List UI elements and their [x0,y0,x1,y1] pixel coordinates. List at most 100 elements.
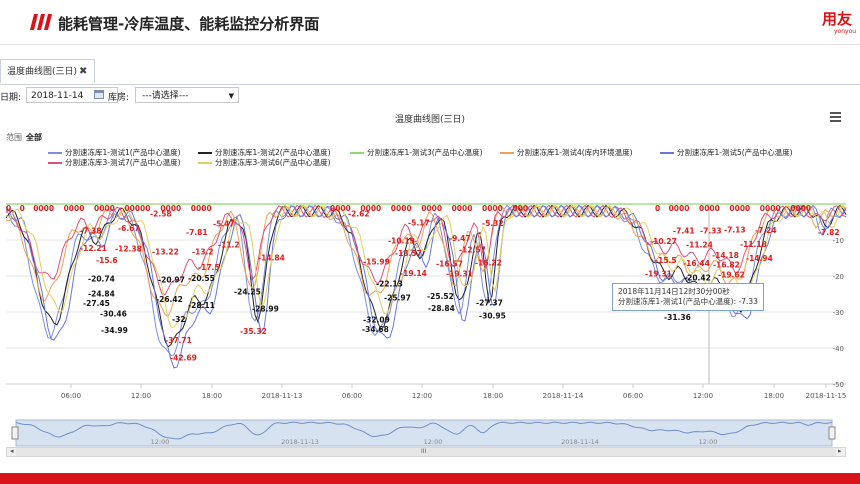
data-label: -16.22 [475,258,502,267]
data-label: -11.24 [686,240,713,249]
data-label: -19.62 [718,271,745,280]
zero-label: 0000 [452,204,473,213]
data-label: -13.22 [152,248,179,257]
data-label: -20.74 [88,275,115,284]
data-label: -32.09 [363,316,390,325]
data-label: -37.71 [165,336,192,345]
legend-item-6[interactable]: 分割速冻库3-测试7(产品中心温度) [48,157,181,168]
data-label: -19.14 [400,269,427,278]
x-tick-label: 12:00 [693,392,713,400]
data-label: -16.44 [683,259,710,268]
data-label: -17.5 [198,263,220,272]
y-tick-label: -10 [833,237,844,245]
x-tick-label: 12:00 [412,392,432,400]
data-label: -16.82 [713,261,740,270]
data-label: -15.5 [655,256,677,265]
data-label: -7.24 [755,226,777,235]
navigator-label: 12:00 [151,438,170,446]
x-tick-label: 06:00 [342,392,362,400]
data-label: -25.52 [427,292,454,301]
chevron-down-icon: ▼ [228,92,234,100]
logo: 用友 [822,10,853,28]
data-label: -6.67 [118,224,140,233]
zero-label: 0000 [391,204,412,213]
data-label: -16.57 [436,260,463,269]
data-label: -14.84 [258,253,285,262]
date-input[interactable]: 2018-11-14 [26,87,118,103]
data-label: -7.82 [818,228,840,237]
data-label: -35.32 [240,327,267,336]
zero-label: 0000 [33,204,54,213]
zero-label: 0 [20,204,25,213]
legend-item-4[interactable]: 分割速冻库1-测试4(库内环境温度) [500,147,633,158]
zero-label: 0 [655,204,660,213]
scroll-grip[interactable]: III [421,448,426,455]
navigator-label: 2018-11-14 [561,438,599,446]
data-label: -30.46 [100,310,127,319]
warehouse-select[interactable]: ---请选择--- ▼ [135,87,239,103]
data-label: -11.18 [740,240,767,249]
zero-label: 0 [6,204,11,213]
warehouse-select-value: ---请选择--- [142,91,189,101]
tab-temperature-curve[interactable]: 温度曲线图(三日) ✖ [0,59,95,83]
navigator-label: 12:00 [699,438,718,446]
bottom-brand-bar [0,473,860,484]
legend-item-5[interactable]: 分割速冻库1-测试5(产品中心温度) [660,147,793,158]
brand-stripes-icon [30,14,52,30]
chart-navigator[interactable]: 12:00 2018-11-13 12:00 2018-11-14 12:00 [0,418,860,448]
warehouse-label: 库房: [108,93,130,103]
chart-title: 温度曲线图(三日) [394,115,466,125]
x-tick-label: 06:00 [623,392,643,400]
legend-item-7[interactable]: 分割速冻库3-测试6(产品中心温度) [198,157,331,168]
data-label: -26.42 [156,295,183,304]
data-label: -12.38 [115,245,142,254]
tab-label: 温度曲线图(三日) [7,67,78,77]
calendar-icon[interactable] [94,89,104,99]
data-label: -7.81 [186,228,208,237]
scroll-left-icon[interactable]: ◂ [10,447,14,455]
data-label: -20.42 [684,274,711,283]
x-tick-label: 18:00 [483,392,503,400]
header-divider [0,44,860,45]
logo-subtext: yonyou [834,28,857,35]
navigator-label: 12:00 [424,438,443,446]
y-tick-label: -50 [833,381,844,389]
tab-strip [0,58,860,85]
chart-tooltip: 2018年11月14日12时30分00秒 分割速冻库1-测试1(产品中心温度):… [612,283,764,311]
legend-item-3[interactable]: 分割速冻库1-测试3(产品中心温度) [350,147,483,158]
data-label: -7.41 [673,227,695,236]
range-all-button[interactable]: 全部 [26,133,42,142]
x-tick-label: 2018-11-15 [806,392,847,400]
data-label: -20.97 [158,275,185,284]
data-label: -10.27 [650,237,677,246]
data-label: -14.18 [712,251,739,260]
x-tick-label: 12:00 [131,392,151,400]
data-label: -7.33 [700,226,722,235]
data-label: -32 [172,315,186,324]
range-label: 范围 [6,133,22,142]
scroll-right-icon[interactable]: ▸ [838,447,842,455]
range-selector: 范围 全部 [6,132,42,143]
y-tick-label: -40 [833,345,844,353]
navigator-label: 2018-11-13 [281,438,319,446]
close-icon[interactable]: ✖ [79,60,87,84]
data-label: -12.21 [80,244,107,253]
data-label: -30.95 [479,311,506,320]
data-label: -34.68 [362,325,389,334]
data-label: -24.25 [234,287,261,296]
data-label: -15.99 [363,258,390,267]
x-tick-label: 18:00 [202,392,222,400]
zero-label: 0000 [729,204,750,213]
data-label: -14.94 [746,254,773,263]
data-label: -27.37 [476,299,503,308]
page-title: 能耗管理-冷库温度、能耗监控分析界面 [58,15,320,33]
zero-label: 000 [512,204,528,213]
zero-label: 0000 [421,204,442,213]
zero-label: 0000 [64,204,85,213]
data-label: -28.99 [252,304,279,313]
menu-icon[interactable] [830,112,841,124]
x-tick-label: 2018-11-14 [543,392,584,400]
zero-label: 0000 [669,204,690,213]
tooltip-time: 2018年11月14日12时30分00秒 [618,287,730,296]
data-label: -13.57 [395,249,422,258]
